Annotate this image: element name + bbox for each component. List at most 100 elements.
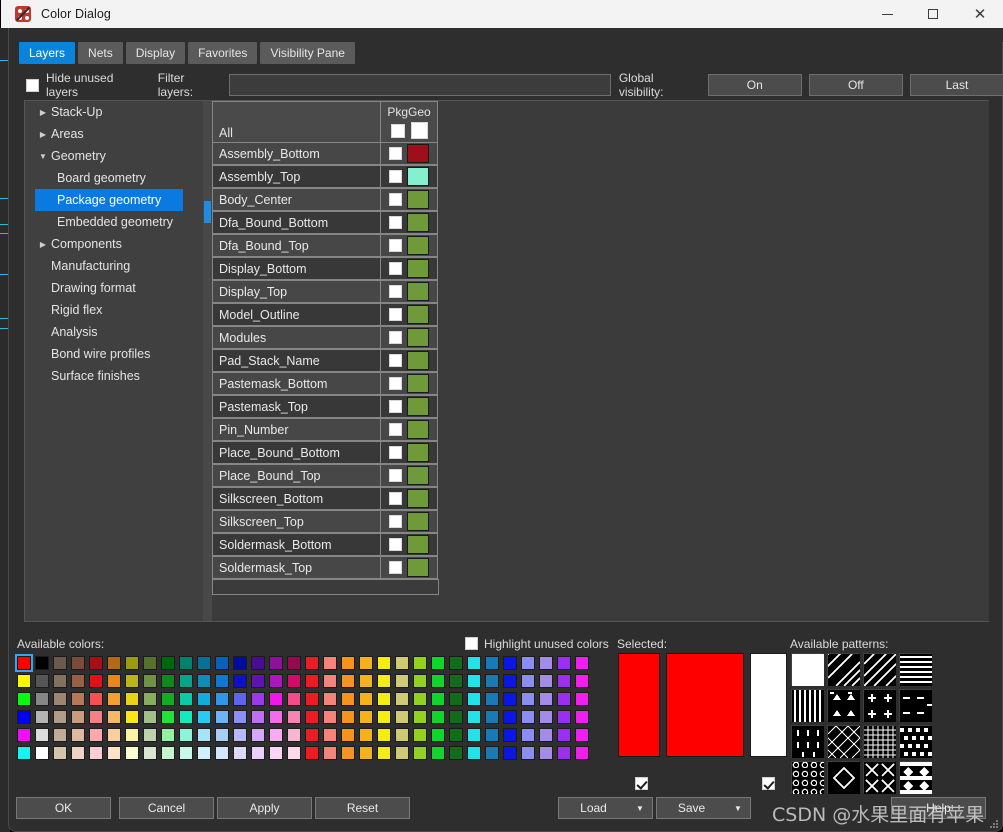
color-swatch[interactable] <box>87 708 105 726</box>
table-row[interactable]: Display_Bottom <box>212 257 438 281</box>
layer-visibility-checkbox[interactable] <box>389 492 402 505</box>
color-swatch[interactable] <box>267 726 285 744</box>
color-swatch[interactable] <box>123 672 141 690</box>
color-swatch[interactable] <box>303 690 321 708</box>
color-swatch[interactable] <box>51 744 69 762</box>
color-swatch[interactable] <box>357 690 375 708</box>
layer-color-swatch[interactable] <box>407 167 429 186</box>
color-swatch[interactable] <box>285 672 303 690</box>
color-swatch[interactable] <box>465 672 483 690</box>
color-swatch[interactable] <box>519 672 537 690</box>
layer-name-cell[interactable]: Silkscreen_Top <box>212 510 381 533</box>
color-swatch[interactable] <box>105 726 123 744</box>
color-swatch[interactable] <box>537 654 555 672</box>
color-swatch[interactable] <box>285 708 303 726</box>
color-swatch[interactable] <box>15 672 33 690</box>
color-swatch[interactable] <box>357 708 375 726</box>
layer-color-swatch[interactable] <box>407 374 429 393</box>
color-swatch[interactable] <box>429 654 447 672</box>
tree-item-stack-up[interactable]: ▶ Stack-Up <box>25 101 203 123</box>
color-swatch[interactable] <box>519 690 537 708</box>
color-swatch[interactable] <box>393 654 411 672</box>
color-swatch[interactable] <box>501 690 519 708</box>
color-swatch[interactable] <box>357 654 375 672</box>
layer-color-swatch[interactable] <box>407 259 429 278</box>
color-swatch[interactable] <box>213 726 231 744</box>
table-row[interactable]: Place_Bound_Bottom <box>212 441 438 465</box>
color-swatch[interactable] <box>33 744 51 762</box>
table-row[interactable]: Assembly_Bottom <box>212 142 438 166</box>
color-swatch[interactable] <box>123 708 141 726</box>
color-swatch[interactable] <box>339 708 357 726</box>
highlight-unused-colors-checkbox[interactable] <box>465 637 478 650</box>
color-swatch[interactable] <box>393 726 411 744</box>
layer-visibility-checkbox[interactable] <box>389 308 402 321</box>
layer-name-cell[interactable]: Soldermask_Top <box>212 556 381 579</box>
color-swatch[interactable] <box>267 744 285 762</box>
layer-visibility-checkbox[interactable] <box>389 423 402 436</box>
color-swatch[interactable] <box>69 672 87 690</box>
resize-grip-icon[interactable] <box>988 818 998 828</box>
layer-color-swatch[interactable] <box>407 512 429 531</box>
color-swatch[interactable] <box>105 690 123 708</box>
color-swatch[interactable] <box>213 690 231 708</box>
layer-visibility-checkbox[interactable] <box>389 170 402 183</box>
layer-color-swatch[interactable] <box>407 351 429 370</box>
color-swatch[interactable] <box>519 708 537 726</box>
color-swatch[interactable] <box>195 726 213 744</box>
layer-color-swatch[interactable] <box>407 190 429 209</box>
color-swatch[interactable] <box>177 726 195 744</box>
pattern-swatch-vertical-lines[interactable] <box>791 689 824 722</box>
color-swatch[interactable] <box>537 690 555 708</box>
tree-item-board-geometry[interactable]: Board geometry <box>25 167 203 189</box>
color-swatch[interactable] <box>51 672 69 690</box>
pattern-swatch-plus-signs[interactable] <box>863 689 896 722</box>
color-swatch[interactable] <box>15 690 33 708</box>
color-swatch[interactable] <box>267 672 285 690</box>
pattern-swatch-diagonal-back-dense[interactable] <box>819 645 861 687</box>
color-swatch[interactable] <box>375 654 393 672</box>
color-swatch[interactable] <box>555 726 573 744</box>
color-swatch[interactable] <box>447 654 465 672</box>
color-swatch[interactable] <box>447 726 465 744</box>
color-swatch[interactable] <box>303 672 321 690</box>
tree-item-embedded-geometry[interactable]: Embedded geometry <box>25 211 203 233</box>
panel-splitter[interactable] <box>203 101 212 621</box>
color-swatch[interactable] <box>213 672 231 690</box>
color-swatch[interactable] <box>537 708 555 726</box>
pattern-swatch-diagonal-fwd[interactable] <box>863 653 897 687</box>
color-swatch[interactable] <box>15 654 33 672</box>
color-swatch[interactable] <box>429 744 447 762</box>
pkggeo-all-color-checkbox[interactable] <box>410 122 428 139</box>
color-swatch[interactable] <box>105 672 123 690</box>
layer-visibility-checkbox[interactable] <box>389 377 402 390</box>
layer-color-swatch[interactable] <box>407 144 429 163</box>
layer-name-cell[interactable]: Display_Top <box>212 280 381 303</box>
color-swatch[interactable] <box>231 654 249 672</box>
layer-visibility-checkbox[interactable] <box>389 262 402 275</box>
color-swatch[interactable] <box>429 708 447 726</box>
color-swatch[interactable] <box>87 654 105 672</box>
color-swatch[interactable] <box>375 744 393 762</box>
layer-visibility-checkbox[interactable] <box>389 354 402 367</box>
layer-color-swatch[interactable] <box>407 282 429 301</box>
layer-color-swatch[interactable] <box>407 328 429 347</box>
color-swatch[interactable] <box>249 654 267 672</box>
color-swatch[interactable] <box>303 654 321 672</box>
pattern-swatch-dots-diagonal[interactable] <box>899 725 932 758</box>
color-swatch[interactable] <box>555 690 573 708</box>
filter-layers-input[interactable] <box>229 74 611 96</box>
chevron-right-icon[interactable]: ▶ <box>35 130 51 139</box>
color-swatch[interactable] <box>447 744 465 762</box>
color-swatch[interactable] <box>33 690 51 708</box>
color-swatch[interactable] <box>555 708 573 726</box>
color-swatch[interactable] <box>15 744 33 762</box>
color-swatch[interactable] <box>249 690 267 708</box>
table-row[interactable]: Silkscreen_Bottom <box>212 487 438 511</box>
global-visibility-last-button[interactable]: Last <box>909 74 1003 96</box>
tree-item-bond-wire-profiles[interactable]: Bond wire profiles <box>25 343 203 365</box>
selected-color-enable-checkbox[interactable] <box>635 777 648 790</box>
color-swatch[interactable] <box>69 708 87 726</box>
layer-color-swatch[interactable] <box>407 489 429 508</box>
tree-item-geometry[interactable]: ▼ Geometry <box>25 145 203 167</box>
